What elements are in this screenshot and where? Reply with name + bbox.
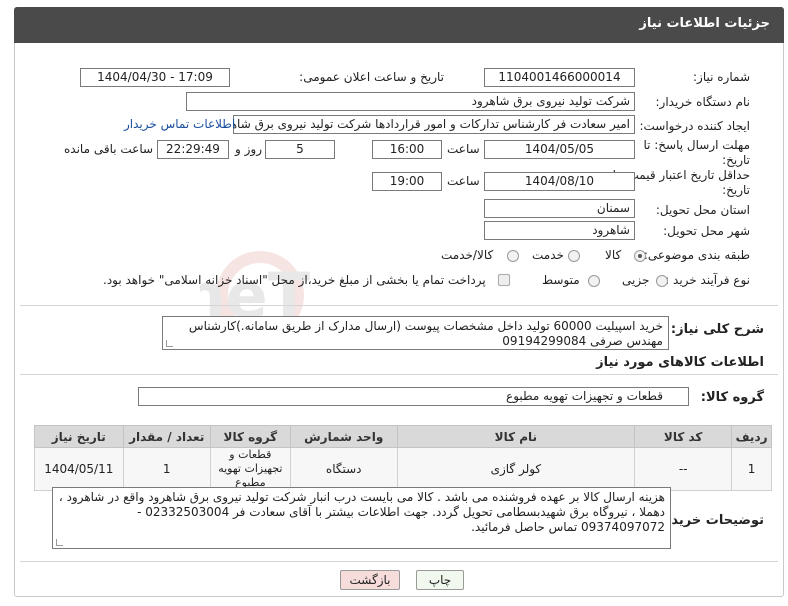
validity-date-field: 1404/08/10 — [484, 172, 635, 191]
cell-group: قطعات و تجهیزات تهویه مطبوع — [209, 447, 291, 491]
announce-label: تاریخ و ساعت اعلان عمومی: — [299, 70, 444, 84]
category-both-label: کالا/خدمت — [441, 248, 494, 262]
description-label: شرح کلی نیاز: — [670, 322, 764, 337]
days-label: روز و — [235, 142, 262, 156]
announce-field: 1404/04/30 - 17:09 — [80, 68, 230, 87]
deadline-date-field: 1404/05/05 — [484, 140, 635, 159]
back-button[interactable]: بازگشت — [340, 570, 400, 590]
col-header-name: نام کالا — [396, 425, 636, 448]
payment-note: پرداخت تمام یا بخشی از مبلغ خرید،از محل … — [103, 273, 486, 287]
description-textarea: خرید اسپیلیت 60000 تولید داخل مشخصات پیو… — [162, 316, 669, 350]
province-label: استان محل تحویل: — [655, 203, 750, 217]
category-both-radio[interactable] — [507, 250, 519, 262]
validity-time-field: 19:00 — [372, 172, 442, 191]
col-header-code: کد کالا — [634, 425, 733, 448]
creator-label: ایجاد کننده درخواست: — [639, 119, 750, 133]
contact-info-link[interactable]: اطلاعات تماس خریدار — [124, 117, 235, 131]
category-service-label: خدمت — [532, 248, 564, 262]
buyer-notes-textarea: هزینه ارسال کالا بر عهده فروشنده می باشد… — [52, 487, 671, 549]
category-goods-radio[interactable] — [634, 250, 646, 262]
cell-name: کولر گازی — [396, 447, 636, 491]
city-field: شاهرود — [484, 221, 635, 240]
col-header-qty: تعداد / مقدار — [122, 425, 211, 448]
col-header-unit: واحد شمارش — [289, 425, 398, 448]
category-service-radio[interactable] — [568, 250, 580, 262]
description-text: خرید اسپیلیت 60000 تولید داخل مشخصات پیو… — [188, 319, 663, 348]
resize-grip-icon[interactable] — [56, 539, 63, 546]
category-label: طبقه بندی موضوعی: — [643, 248, 750, 262]
remaining-label: ساعت باقی مانده — [64, 142, 154, 156]
city-label: شهر محل تحویل: — [663, 224, 750, 238]
deadline-time-label: ساعت — [447, 142, 480, 156]
process-partial-radio[interactable] — [656, 275, 668, 287]
col-header-group: گروه کالا — [209, 425, 291, 448]
page-title: جزئیات اطلاعات نیاز — [639, 16, 770, 31]
deadline-label: مهلت ارسال پاسخ: تا تاریخ: — [643, 138, 750, 167]
cell-qty: 1 — [122, 447, 211, 491]
page-header: جزئیات اطلاعات نیاز — [14, 7, 784, 43]
validity-time-label: ساعت — [447, 174, 480, 188]
items-table: ردیف کد کالا نام کالا واحد شمارش گروه کا… — [34, 425, 772, 491]
process-partial-label: جزیی — [622, 273, 650, 287]
cell-unit: دستگاه — [289, 447, 398, 491]
buyer-org-field: شرکت تولید نیروی برق شاهرود — [186, 92, 635, 111]
treasury-payment-checkbox[interactable] — [498, 274, 510, 286]
category-goods-label: کالا — [605, 248, 622, 262]
buyer-notes-text: هزینه ارسال کالا بر عهده فروشنده می باشد… — [58, 490, 665, 534]
process-medium-label: متوسط — [542, 273, 580, 287]
deadline-time-field: 16:00 — [372, 140, 442, 159]
need-number-label: شماره نیاز: — [693, 70, 750, 84]
need-number-field: 1104001466000014 — [484, 68, 635, 87]
cell-code: -- — [634, 447, 733, 491]
cell-row: 1 — [731, 447, 772, 491]
resize-grip-icon[interactable] — [166, 340, 173, 347]
table-row[interactable]: 1 -- کولر گازی دستگاه قطعات و تجهیزات ته… — [34, 447, 772, 491]
col-header-row: ردیف — [731, 425, 772, 448]
goods-group-field: قطعات و تجهیزات تهویه مطبوع — [138, 387, 689, 406]
province-field: سمنان — [484, 199, 635, 218]
print-button[interactable]: چاپ — [416, 570, 464, 590]
remaining-time-field: 22:29:49 — [157, 140, 229, 159]
process-medium-radio[interactable] — [588, 275, 600, 287]
process-label: نوع فرآیند خرید : — [665, 273, 750, 287]
col-header-date: تاریخ نیاز — [34, 425, 124, 448]
buyer-org-label: نام دستگاه خریدار: — [655, 95, 751, 109]
goods-group-label: گروه کالا: — [700, 390, 764, 405]
creator-field: امیر سعادت فر کارشناس تداركات و امور قرا… — [233, 115, 635, 134]
table-header-row: ردیف کد کالا نام کالا واحد شمارش گروه کا… — [34, 425, 772, 448]
goods-info-title: اطلاعات کالاهای مورد نیاز — [596, 355, 764, 370]
days-field: 5 — [265, 140, 335, 159]
cell-date: 1404/05/11 — [34, 447, 124, 491]
